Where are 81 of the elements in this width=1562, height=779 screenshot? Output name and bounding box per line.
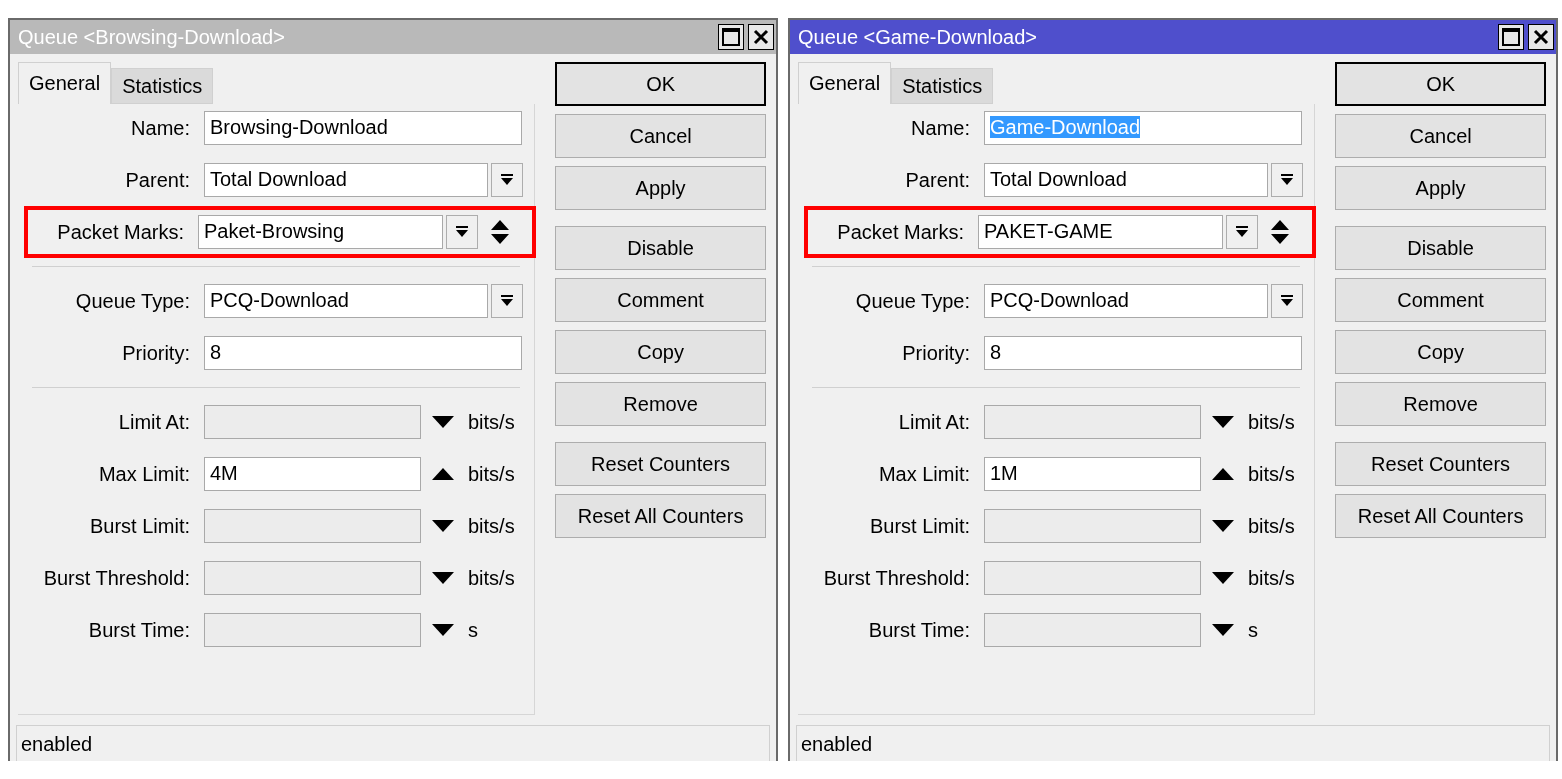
tab[interactable]: Statistics (111, 68, 214, 104)
dialog-button[interactable]: Disable (1335, 226, 1546, 270)
dialog-button[interactable]: Reset Counters (555, 442, 766, 486)
dropdown-field[interactable]: PCQ-Download (984, 284, 1268, 318)
dialog-button[interactable]: Apply (555, 166, 766, 210)
field-label: Burst Time: (87, 618, 191, 642)
field-label: Priority: (121, 341, 191, 365)
unit-label: bits/s (1248, 462, 1295, 486)
dialog-button[interactable]: Cancel (1335, 114, 1546, 158)
unit-label: bits/s (1248, 514, 1295, 538)
dropdown-field[interactable]: Paket-Browsing (198, 215, 443, 249)
field-label: Burst Threshold: (822, 566, 971, 590)
dropdown-field[interactable]: Total Download (984, 163, 1268, 197)
dialog-button[interactable]: Copy (1335, 330, 1546, 374)
dialog-button[interactable]: Remove (1335, 382, 1546, 426)
field-label: Burst Time: (867, 618, 971, 642)
dialog-button[interactable]: Reset All Counters (555, 494, 766, 538)
status-text: enabled (801, 732, 873, 756)
dropdown-button-icon[interactable] (1271, 163, 1303, 197)
dialog-button[interactable]: Remove (555, 382, 766, 426)
unit-label: bits/s (468, 410, 515, 434)
dropdown-field[interactable]: PAKET-GAME (978, 215, 1223, 249)
close-icon[interactable] (748, 24, 774, 50)
dialog-button[interactable]: Copy (555, 330, 766, 374)
dropdown-button-icon[interactable] (1271, 284, 1303, 318)
dialog-button[interactable]: Disable (555, 226, 766, 270)
dropdown-button-icon[interactable] (491, 163, 523, 197)
field-label: Parent: (904, 168, 971, 192)
field-label: Burst Limit: (88, 514, 191, 538)
field-label: Queue Type: (854, 289, 971, 313)
unit-label: bits/s (1248, 410, 1295, 434)
window-title: Queue <Game-Download> (798, 25, 1038, 49)
unit-label: bits/s (468, 566, 515, 590)
dialog-button[interactable]: OK (1335, 62, 1546, 106)
input-field[interactable]: 4M (204, 457, 421, 491)
up-down-arrows-icon[interactable] (1270, 219, 1290, 245)
field-label: Max Limit: (877, 462, 971, 486)
field-label: Packet Marks: (56, 220, 185, 244)
field-label: Packet Marks: (836, 220, 965, 244)
input-field[interactable]: 8 (204, 336, 522, 370)
field-label: Max Limit: (97, 462, 191, 486)
dialog-button[interactable]: Reset All Counters (1335, 494, 1546, 538)
field-label: Limit At: (117, 410, 191, 434)
field-label: Name: (910, 116, 971, 140)
dialog-button[interactable]: Comment (555, 278, 766, 322)
dialog-button[interactable]: Comment (1335, 278, 1546, 322)
status-text: enabled (21, 732, 93, 756)
dialog-button[interactable]: Cancel (555, 114, 766, 158)
up-triangle-icon[interactable] (432, 468, 454, 480)
dropdown-button-icon[interactable] (1226, 215, 1258, 249)
input-field[interactable]: 8 (984, 336, 1302, 370)
dialog-button[interactable]: Reset Counters (1335, 442, 1546, 486)
field-label: Queue Type: (74, 289, 191, 313)
dropdown-field[interactable]: PCQ-Download (204, 284, 488, 318)
unit-label: bits/s (468, 462, 515, 486)
field-label: Parent: (124, 168, 191, 192)
field-label: Burst Limit: (868, 514, 971, 538)
maximize-icon[interactable] (1498, 24, 1524, 50)
input-field[interactable]: 1M (984, 457, 1201, 491)
unit-label: bits/s (468, 514, 515, 538)
field-label: Burst Threshold: (42, 566, 191, 590)
field-label: Name: (130, 116, 191, 140)
unit-label: s (468, 618, 478, 642)
tab[interactable]: General (798, 62, 892, 104)
dropdown-button-icon[interactable] (491, 284, 523, 318)
maximize-icon[interactable] (718, 24, 744, 50)
up-down-arrows-icon[interactable] (490, 219, 510, 245)
field-label: Limit At: (897, 410, 971, 434)
close-icon[interactable] (1528, 24, 1554, 50)
tab[interactable]: Statistics (891, 68, 994, 104)
dialog-button[interactable]: OK (555, 62, 766, 106)
up-triangle-icon[interactable] (1212, 468, 1234, 480)
dropdown-field[interactable]: Total Download (204, 163, 488, 197)
dropdown-button-icon[interactable] (446, 215, 478, 249)
dialog-button[interactable]: Apply (1335, 166, 1546, 210)
field-label: Priority: (901, 341, 971, 365)
window-title: Queue <Browsing-Download> (18, 25, 285, 49)
unit-label: s (1248, 618, 1258, 642)
unit-label: bits/s (1248, 566, 1295, 590)
tab[interactable]: General (18, 62, 112, 104)
input-field[interactable]: Browsing-Download (204, 111, 522, 145)
